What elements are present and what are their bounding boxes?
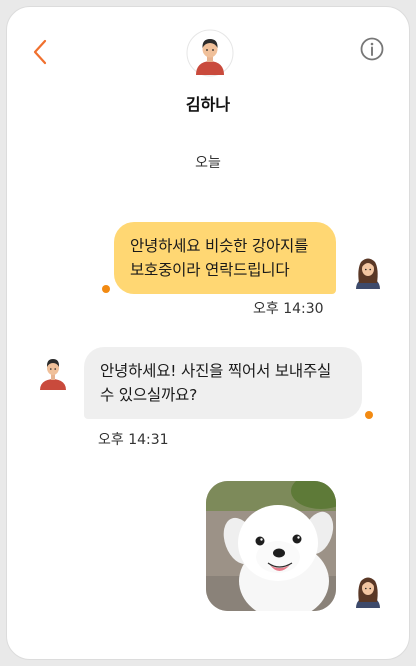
my-avatar (352, 251, 384, 291)
chevron-left-icon (33, 39, 47, 65)
message-bubble-received[interactable]: 안녕하세요! 사진을 찍어서 보내주실 수 있으실까요? (84, 347, 362, 419)
message-time: 오후 14:31 (98, 432, 169, 448)
info-button[interactable] (359, 36, 385, 62)
message-photo-puppy[interactable] (206, 481, 336, 611)
contact-avatar-small (37, 352, 69, 392)
unread-indicator (102, 285, 110, 293)
date-separator: 오늘 (195, 155, 221, 171)
contact-avatar[interactable] (186, 29, 234, 77)
my-avatar (352, 570, 384, 610)
contact-name: 김하나 (185, 95, 231, 114)
chat-screen: 김하나 오늘 안녕하세요 비슷한 강아지를 보호중이라 연락드립니다 오후 14… (6, 6, 410, 660)
message-bubble-sent[interactable]: 안녕하세요 비슷한 강아지를 보호중이라 연락드립니다 (114, 222, 336, 294)
back-button[interactable] (27, 37, 53, 67)
unread-indicator (365, 411, 373, 419)
info-icon (360, 37, 384, 61)
message-time: 오후 14:30 (253, 301, 324, 317)
